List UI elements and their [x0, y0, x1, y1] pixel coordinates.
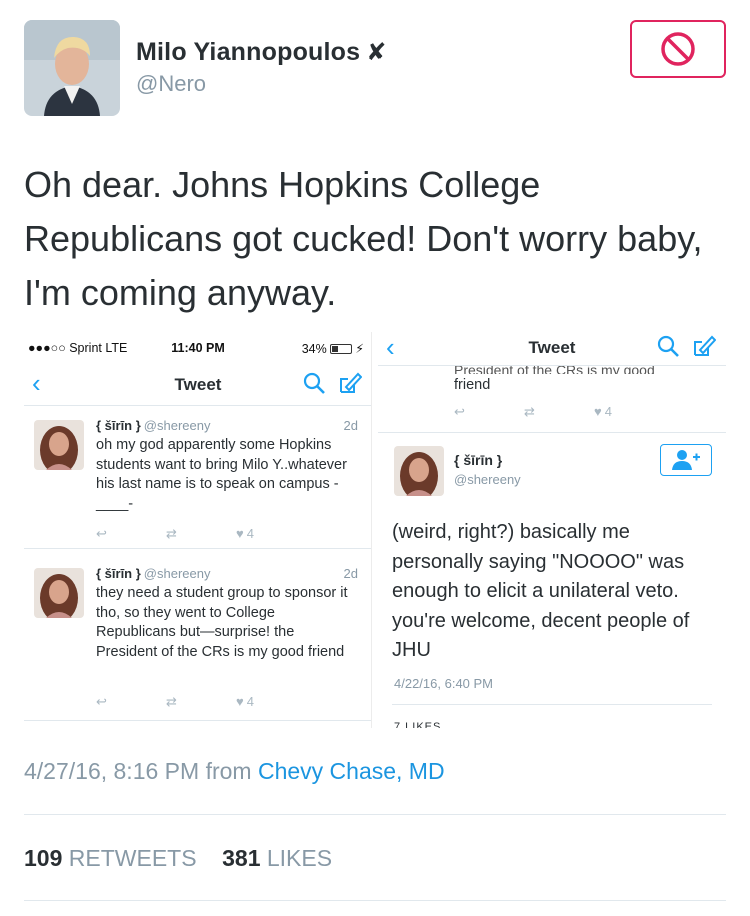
tweet-age: 2d	[343, 566, 358, 581]
user-handle: @shereeny	[143, 418, 211, 433]
heart-icon: ♥	[236, 694, 244, 709]
tweet-actions: ↩ ⇄ ♥ 4	[96, 526, 296, 544]
block-button[interactable]	[630, 20, 726, 78]
nav-bar: ‹ Tweet	[24, 362, 371, 406]
like-count[interactable]: 381 LIKES	[222, 845, 332, 871]
truncated-likes: 7 LIKES	[394, 722, 442, 728]
nav-bar: ‹ Tweet	[378, 332, 726, 366]
user-name[interactable]: { šīrīn }	[454, 452, 502, 468]
search-icon	[303, 372, 325, 394]
tweet-body: they need a student group to sponsor it …	[96, 585, 348, 660]
reply-icon: ↩	[96, 526, 107, 541]
compose-icon	[340, 372, 362, 393]
attached-image-right[interactable]: ‹ Tweet President of the CRs is my good …	[378, 332, 726, 728]
user-handle[interactable]: @shereeny	[454, 472, 521, 487]
tweet-timestamp: 4/27/16, 8:16 PM from Chevy Chase, MD	[24, 758, 445, 784]
divider	[24, 720, 371, 721]
verified-mark: ✘	[366, 39, 387, 66]
add-user-icon	[672, 450, 700, 470]
retweet-icon: ⇄	[166, 694, 177, 709]
status-bar: ●●●○○ Sprint LTE 11:40 PM 34% ⚡	[24, 332, 371, 362]
divider	[392, 704, 712, 705]
retweet-count[interactable]: 109 RETWEETS	[24, 845, 197, 871]
like-count: ♥ 4	[236, 526, 254, 541]
heart-icon: ♥	[236, 526, 244, 541]
tweet-age: 2d	[343, 418, 358, 433]
reply-icon: ↩	[96, 694, 107, 709]
heart-icon: ♥	[594, 404, 602, 419]
truncated-text: President of the CRs is my good	[454, 366, 655, 374]
previous-tweet-text: friend	[454, 377, 491, 393]
tweet-body: oh my god apparently some Hopkins studen…	[96, 437, 347, 512]
user-avatar	[34, 420, 84, 470]
like-count: ♥ 4	[594, 404, 612, 419]
reply-icon: ↩	[454, 404, 465, 419]
author-info: Milo Yiannopoulos ✘ @Nero	[136, 38, 386, 97]
like-count: ♥ 4	[236, 694, 254, 709]
author-name[interactable]: Milo Yiannopoulos	[136, 38, 360, 66]
follow-button[interactable]	[660, 444, 712, 476]
author-avatar[interactable]	[24, 20, 120, 116]
tweet-body: (weird, right?) basically me personally …	[392, 521, 690, 661]
divider	[24, 900, 726, 901]
block-icon	[661, 32, 695, 66]
battery-icon	[329, 344, 352, 354]
compose-icon	[694, 335, 716, 356]
divider	[24, 814, 726, 815]
divider	[378, 432, 726, 433]
user-name: { šīrīn }	[96, 418, 141, 433]
tweet-actions: ↩ ⇄ ♥ 4	[96, 694, 296, 712]
retweet-icon: ⇄	[524, 404, 535, 419]
tweet-actions: ↩ ⇄ ♥ 4	[454, 404, 654, 422]
retweet-icon: ⇄	[166, 526, 177, 541]
tweet-timestamp: 4/22/16, 6:40 PM	[394, 676, 494, 691]
user-handle: @shereeny	[143, 566, 211, 581]
divider	[24, 548, 371, 549]
attached-image-left[interactable]: ●●●○○ Sprint LTE 11:40 PM 34% ⚡ ‹ Tweet …	[24, 332, 372, 728]
location-link[interactable]: Chevy Chase, MD	[258, 758, 445, 784]
tweet-header: Milo Yiannopoulos ✘ @Nero	[24, 20, 726, 116]
user-avatar	[34, 568, 84, 618]
battery-status: 34% ⚡	[301, 342, 364, 356]
tweet-text: Oh dear. Johns Hopkins College Republica…	[24, 164, 703, 313]
list-item[interactable]: { šīrīn } @shereeny 2d oh my god apparent…	[24, 418, 371, 548]
author-handle[interactable]: @Nero	[136, 71, 386, 97]
list-item[interactable]: { šīrīn } @shereeny 2d they need a studen…	[24, 566, 371, 716]
engagement-stats: 109 RETWEETS 381 LIKES	[24, 845, 332, 872]
user-avatar[interactable]	[394, 446, 444, 496]
user-name: { šīrīn }	[96, 566, 141, 581]
search-icon	[657, 335, 679, 357]
